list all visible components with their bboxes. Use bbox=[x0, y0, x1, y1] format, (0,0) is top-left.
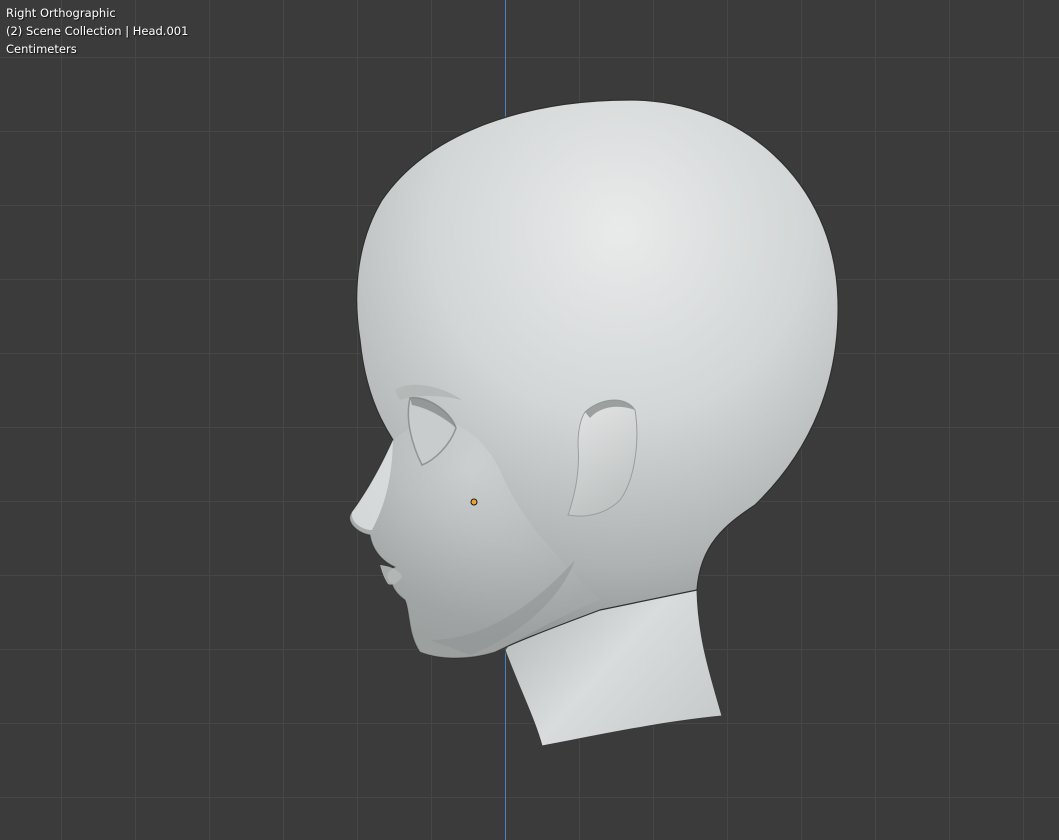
collection-info-label: (2) Scene Collection | Head.001 bbox=[6, 24, 189, 38]
head-mesh-render[interactable] bbox=[0, 0, 1059, 840]
object-origin-dot[interactable] bbox=[470, 498, 478, 506]
view-name-label: Right Orthographic bbox=[6, 6, 116, 20]
3d-viewport[interactable]: Right Orthographic (2) Scene Collection … bbox=[0, 0, 1059, 840]
viewport-info-overlay: Right Orthographic (2) Scene Collection … bbox=[6, 4, 188, 58]
units-label: Centimeters bbox=[6, 42, 77, 56]
